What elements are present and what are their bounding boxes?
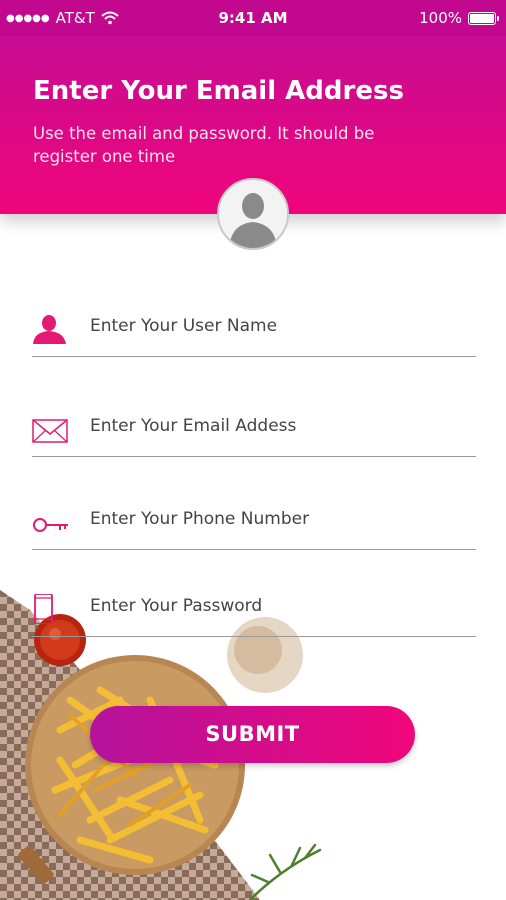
battery-icon bbox=[468, 11, 499, 25]
username-input[interactable]: Enter Your User Name bbox=[90, 316, 470, 336]
status-bar: ●●●●● AT&T 9:41 AM 100% bbox=[0, 0, 506, 36]
username-field[interactable]: Enter Your User Name bbox=[32, 310, 476, 357]
envelope-icon bbox=[32, 419, 68, 443]
password-field[interactable]: Enter Your Password bbox=[32, 590, 476, 637]
avatar-icon bbox=[229, 193, 277, 248]
user-icon bbox=[33, 315, 66, 344]
password-input[interactable]: Enter Your Password bbox=[90, 596, 470, 616]
key-icon bbox=[33, 518, 68, 532]
phone-field[interactable]: Enter Your Phone Number bbox=[32, 503, 476, 550]
page-title: Enter Your Email Address bbox=[33, 76, 404, 106]
email-input[interactable]: Enter Your Email Addess bbox=[90, 416, 470, 436]
status-right: 100% bbox=[419, 9, 499, 27]
battery-percent: 100% bbox=[419, 9, 462, 27]
page-subtitle: Use the email and password. It should be… bbox=[33, 124, 375, 166]
email-field[interactable]: Enter Your Email Addess bbox=[32, 410, 476, 457]
phone-icon bbox=[34, 594, 53, 624]
submit-button[interactable]: SUBMIT bbox=[90, 706, 415, 763]
battery-fill bbox=[470, 13, 494, 23]
phone-input[interactable]: Enter Your Phone Number bbox=[90, 509, 470, 529]
avatar[interactable] bbox=[217, 178, 289, 250]
